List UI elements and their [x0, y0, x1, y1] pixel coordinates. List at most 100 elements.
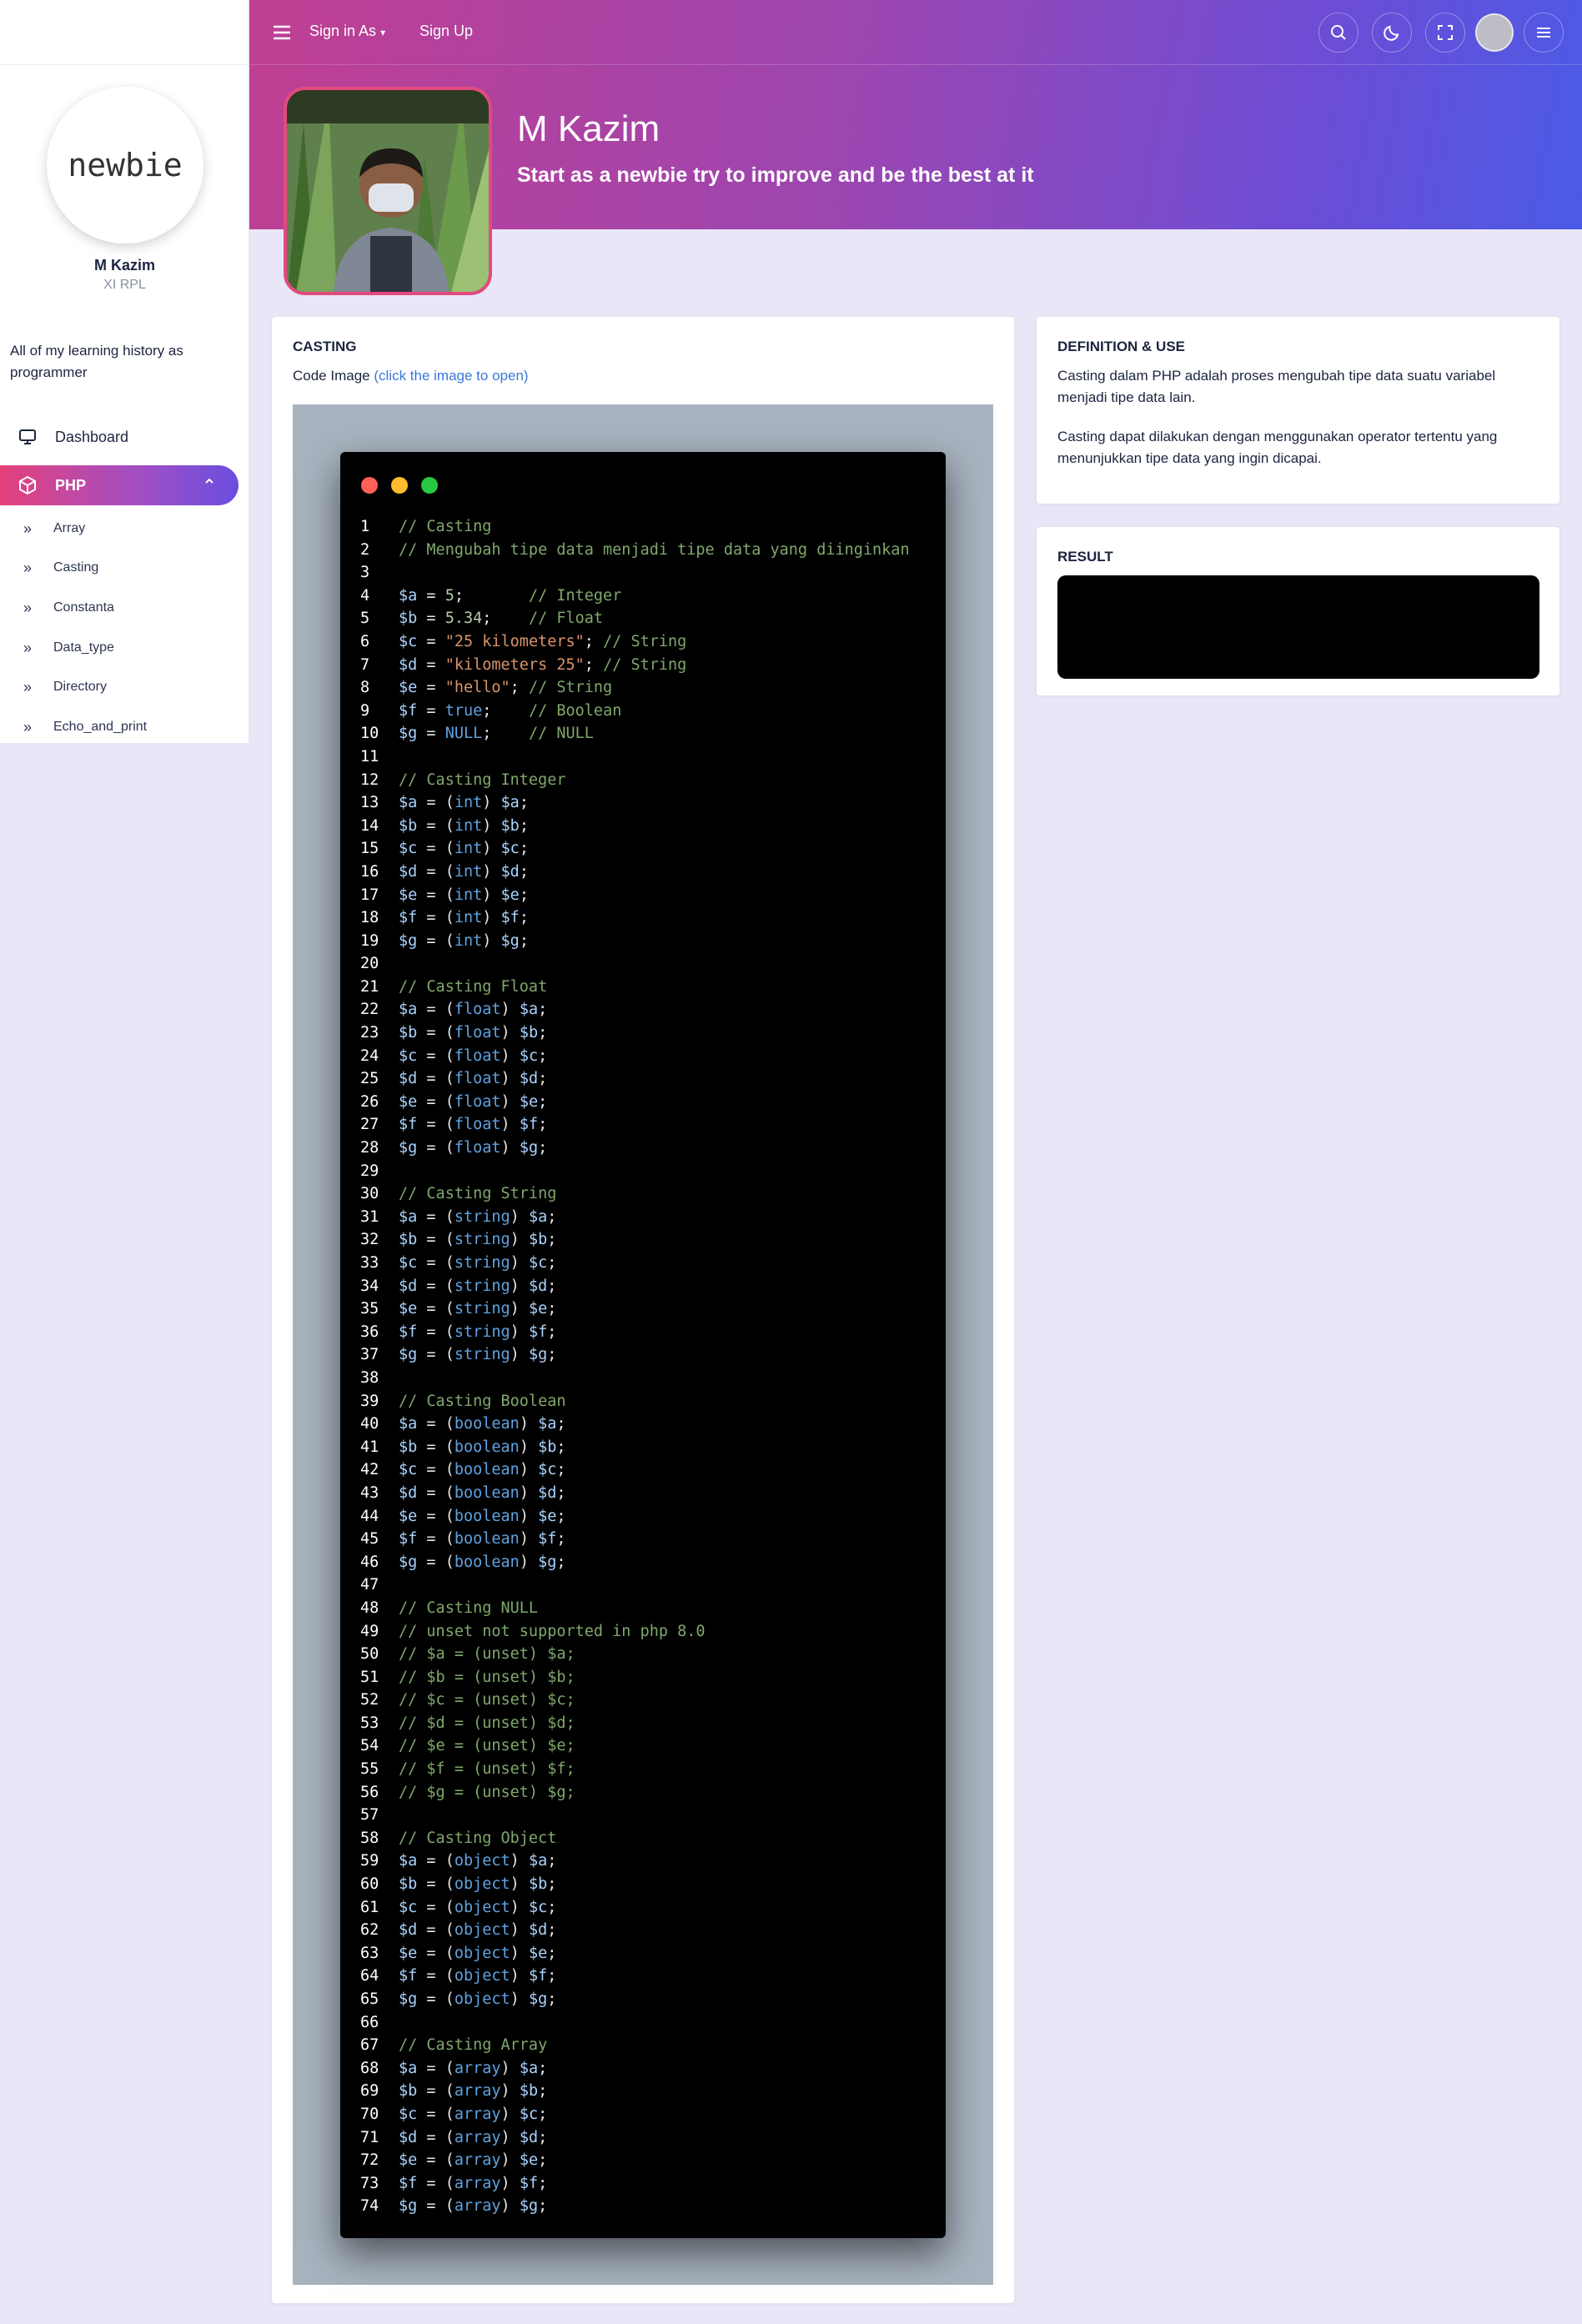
code-line: 13 $a = (int) $a; — [360, 794, 529, 812]
code-line: 27 $f = (float) $f; — [360, 1116, 548, 1134]
sidebar-top-strip — [0, 0, 249, 65]
double-chevron-right-icon: » — [23, 520, 33, 537]
sidebar-subitem-label: Array — [53, 521, 86, 535]
sidebar-user-class: XI RPL — [103, 278, 146, 292]
code-line: 62 $d = (object) $d; — [360, 1921, 557, 1940]
code-line: 60 $b = (object) $b; — [360, 1875, 557, 1894]
sidebar-subitem-constanta[interactable]: » Constanta — [23, 595, 114, 620]
casting-card: CASTING Code Image (click the image to o… — [272, 317, 1014, 2303]
sidebar-subitem-echo-and-print[interactable]: » Echo_and_print — [23, 715, 147, 740]
definition-paragraph-2: Casting dapat dilakukan dengan menggunak… — [1057, 429, 1498, 466]
code-line: 43 $d = (boolean) $d; — [360, 1483, 566, 1502]
moon-icon — [1384, 25, 1399, 41]
code-window: 1// Casting 2// Mengubah tipe data menjad… — [340, 452, 946, 2238]
sidebar-subitem-array[interactable]: » Array — [23, 516, 85, 541]
code-line: 51// $b = (unset) $b; — [360, 1668, 575, 1686]
code-block: 1// Casting 2// Mengubah tipe data menjad… — [360, 515, 910, 2218]
sidebar-subitem-directory[interactable]: » Directory — [23, 675, 107, 700]
card-title: DEFINITION & USE — [1057, 339, 1186, 354]
code-line: 34 $d = (string) $d; — [360, 1277, 557, 1295]
code-line: 23 $b = (float) $b; — [360, 1024, 548, 1042]
code-line: 74 $g = (array) $g; — [360, 2197, 548, 2216]
code-line: 24 $c = (float) $c; — [360, 1047, 548, 1065]
profile-tagline: Start as a newbie try to improve and be … — [517, 163, 1034, 187]
code-line: 71 $d = (array) $d; — [360, 2128, 548, 2146]
sidebar-subitem-data-type[interactable]: » Data_type — [23, 635, 114, 660]
double-chevron-right-icon: » — [23, 678, 33, 695]
sidebar-item-label: Dashboard — [55, 428, 129, 445]
code-line: 28 $g = (float) $g; — [360, 1139, 548, 1157]
code-line: 21// Casting Float — [360, 977, 548, 996]
profile-name: M Kazim — [517, 108, 660, 149]
signin-label: Sign in As — [309, 23, 377, 39]
code-line: 54// $e = (unset) $e; — [360, 1737, 575, 1755]
menu-button[interactable] — [1524, 13, 1564, 53]
hamburger-icon[interactable] — [271, 22, 293, 43]
code-line: 5 $b = 5.34; // Float — [360, 610, 604, 628]
code-line: 46 $g = (boolean) $g; — [360, 1553, 566, 1571]
sidebar-subitem-label: Echo_and_print — [53, 720, 148, 734]
code-line: 69 $b = (array) $b; — [360, 2082, 548, 2101]
signin-dropdown[interactable]: Sign in As ▾ — [309, 23, 385, 40]
code-line: 29 — [360, 1162, 379, 1180]
code-line: 22 $a = (float) $a; — [360, 1001, 548, 1019]
code-line: 53// $d = (unset) $d; — [360, 1714, 575, 1732]
code-line: 3 — [360, 564, 370, 582]
code-line: 49// unset not supported in php 8.0 — [360, 1622, 706, 1640]
code-line: 36 $f = (string) $f; — [360, 1323, 557, 1341]
sidebar-subitem-label: Casting — [53, 560, 99, 575]
code-line: 8 $e = "hello"; // String — [360, 679, 613, 697]
code-line: 31 $a = (string) $a; — [360, 1207, 557, 1226]
sidebar-subitem-label: Data_type — [53, 640, 114, 655]
search-icon — [1331, 25, 1346, 40]
sidebar-subitem-casting[interactable]: » Casting — [23, 555, 98, 580]
sidebar-item-dashboard[interactable]: Dashboard — [0, 417, 239, 457]
fullscreen-button[interactable] — [1425, 13, 1465, 53]
topbar: Sign in As ▾ Sign Up — [249, 0, 1582, 65]
code-line: 26 $e = (float) $e; — [360, 1092, 548, 1111]
sidebar: newbie M Kazim XI RPL All of my learning… — [0, 0, 249, 743]
double-chevron-right-icon: » — [23, 639, 33, 656]
result-output — [1057, 575, 1539, 679]
code-line: 41 $b = (boolean) $b; — [360, 1438, 566, 1456]
profile-photo — [284, 87, 492, 295]
dark-mode-button[interactable] — [1372, 13, 1412, 53]
code-line: 70 $c = (array) $c; — [360, 2105, 548, 2123]
code-line: 6 $c = "25 kilometers"; // String — [360, 632, 687, 650]
code-line: 59 $a = (object) $a; — [360, 1852, 557, 1870]
code-line: 40 $a = (boolean) $a; — [360, 1415, 566, 1433]
code-line: 17 $e = (int) $e; — [360, 886, 529, 904]
window-minimize-dot — [391, 477, 408, 494]
code-line: 35 $e = (string) $e; — [360, 1300, 557, 1318]
code-image-label-row: Code Image (click the image to open) — [293, 368, 529, 384]
signup-link[interactable]: Sign Up — [419, 23, 473, 40]
code-line: 68 $a = (array) $a; — [360, 2059, 548, 2077]
code-line: 61 $c = (object) $c; — [360, 1898, 557, 1916]
code-line: 50// $a = (unset) $a; — [360, 1645, 575, 1664]
code-image[interactable]: 1// Casting 2// Mengubah tipe data menjad… — [293, 404, 993, 2285]
code-image-label: Code Image — [293, 368, 370, 384]
menu-icon — [1537, 28, 1550, 38]
cube-icon — [17, 474, 38, 496]
search-button[interactable] — [1318, 13, 1359, 53]
sidebar-item-php[interactable]: PHP — [0, 465, 239, 505]
logo-text: newbie — [68, 147, 183, 183]
double-chevron-right-icon: » — [23, 559, 33, 576]
logo: newbie — [47, 87, 203, 243]
card-title: RESULT — [1057, 549, 1113, 565]
window-maximize-dot — [421, 477, 438, 494]
code-line: 72 $e = (array) $e; — [360, 2151, 548, 2170]
sidebar-user-name: M Kazim — [93, 257, 155, 274]
code-line: 9 $f = true; // Boolean — [360, 701, 622, 720]
code-line: 30// Casting String — [360, 1185, 557, 1203]
code-line: 73 $f = (array) $f; — [360, 2174, 548, 2192]
code-line: 2// Mengubah tipe data menjadi tipe data… — [360, 540, 910, 559]
avatar[interactable] — [1475, 13, 1514, 52]
code-line: 56// $g = (unset) $g; — [360, 1783, 575, 1801]
code-line: 32 $b = (string) $b; — [360, 1231, 557, 1249]
definition-card: DEFINITION & USE Casting dalam PHP adala… — [1037, 317, 1559, 504]
open-image-link[interactable]: (click the image to open) — [374, 368, 528, 384]
sidebar-subitem-label: Constanta — [53, 600, 114, 615]
chevron-up-icon[interactable] — [203, 475, 215, 491]
code-line: 4 $a = 5; // Integer — [360, 586, 622, 605]
